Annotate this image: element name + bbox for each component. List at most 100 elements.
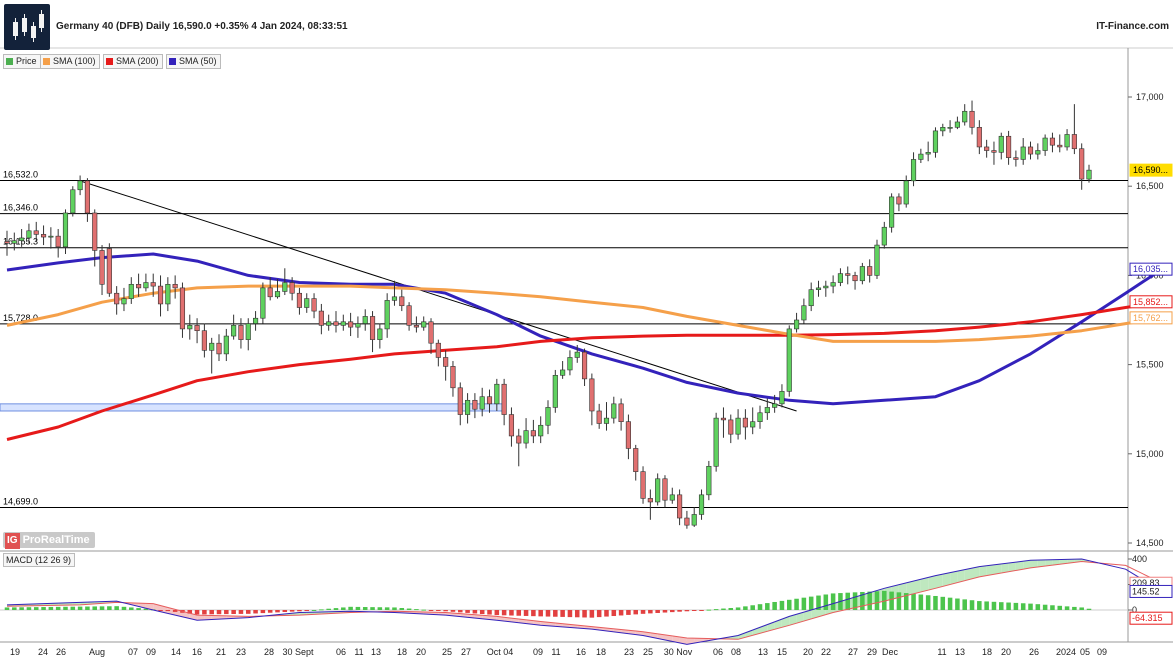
legend-item-sma-100[interactable]: SMA (100) — [40, 54, 100, 69]
time-tick-label: 09 — [533, 647, 543, 657]
candle — [253, 311, 259, 331]
time-tick-label: 13 — [955, 647, 965, 657]
candle — [896, 193, 902, 212]
candle — [1086, 164, 1092, 183]
last-value-label: 16,035... — [1133, 264, 1168, 274]
candle — [698, 489, 705, 520]
time-tick-label: 19 — [10, 647, 20, 657]
time-tick-label: 18 — [397, 647, 407, 657]
macd-fill-segment — [928, 575, 936, 591]
candle — [808, 282, 814, 312]
candle — [55, 229, 61, 258]
candle-body — [837, 273, 843, 283]
candle — [742, 409, 748, 440]
candle — [611, 396, 617, 424]
support-band — [0, 403, 504, 412]
candle — [479, 387, 485, 417]
candle — [260, 282, 266, 324]
candle-body — [172, 284, 178, 289]
macd-hist-bar — [436, 610, 441, 611]
candle — [713, 412, 719, 472]
last-value-label: 15,762... — [1133, 313, 1168, 323]
macd-hist-bar — [231, 610, 236, 615]
candle-body — [201, 330, 207, 351]
candle-body — [62, 212, 69, 248]
macd-hist-bar — [823, 594, 829, 610]
time-tick-label: 20 — [1001, 647, 1011, 657]
candle — [128, 277, 134, 304]
candle-body — [962, 110, 968, 123]
price-tick-label: 17,000 — [1136, 92, 1164, 102]
macd-hist-bar — [465, 610, 470, 613]
candle — [121, 287, 127, 312]
macd-hist-bar — [618, 610, 624, 616]
candle — [304, 293, 310, 313]
candle-body — [55, 235, 61, 248]
candle — [867, 259, 873, 283]
price-chart[interactable]: 16,532.016,346.016,155.315,728.014,699.0… — [0, 0, 1173, 660]
time-tick-label: 18 — [982, 647, 992, 657]
candle-body — [486, 396, 493, 405]
candle-body — [443, 357, 449, 367]
candle-body — [508, 414, 515, 437]
candle-body — [1064, 134, 1070, 148]
candle-body — [33, 230, 39, 235]
macd-hist-bar — [107, 606, 112, 610]
time-tick-label: 06 — [336, 647, 346, 657]
time-tick-label: 23 — [624, 647, 634, 657]
macd-hist-bar — [202, 610, 207, 615]
candle — [413, 316, 419, 333]
macd-hist-bar — [1035, 604, 1041, 610]
candle-body — [333, 321, 339, 326]
legend-item-price[interactable]: Price — [3, 54, 41, 69]
macd-hist-bar — [1028, 603, 1033, 610]
candle-body — [530, 430, 536, 437]
macd-fill-segment — [913, 579, 921, 594]
candle-body — [647, 498, 653, 503]
macd-hist-bar — [757, 604, 763, 610]
candle-body — [815, 287, 822, 290]
candle — [238, 318, 244, 349]
macd-hist-bar — [1050, 605, 1055, 610]
time-tick-label: 20 — [803, 647, 813, 657]
candle-body — [1071, 134, 1077, 150]
candle — [618, 398, 624, 431]
candle — [377, 323, 383, 349]
candle — [443, 350, 449, 381]
candle — [1064, 129, 1070, 151]
macd-hist-bar — [933, 595, 938, 610]
candle-body — [662, 478, 668, 501]
candle-body — [932, 130, 939, 153]
macd-hist-bar — [655, 610, 660, 613]
macd-hist-bar — [794, 598, 799, 610]
candle-body — [84, 180, 90, 214]
candle — [954, 116, 960, 130]
time-tick-label: 24 — [38, 647, 48, 657]
time-tick-label: 25 — [442, 647, 452, 657]
macd-hist-bar — [297, 610, 302, 612]
candle-body — [479, 396, 485, 410]
macd-panel-label[interactable]: MACD (12 26 9) — [3, 553, 76, 567]
macd-hist-bar — [801, 597, 807, 610]
candle-body — [523, 430, 529, 444]
time-tick-label: 25 — [643, 647, 653, 657]
macd-tick-label: 400 — [1132, 554, 1147, 564]
candle-body — [998, 135, 1004, 153]
candle — [677, 489, 683, 526]
candle-body — [296, 292, 302, 308]
legend-item-sma-200[interactable]: SMA (200) — [103, 54, 163, 69]
candle-body — [750, 421, 756, 428]
macd-hist-bar — [743, 606, 748, 610]
macd-hist-bar — [245, 610, 251, 614]
macd-hist-bar — [289, 610, 295, 612]
time-tick-label: 16 — [576, 647, 586, 657]
price-swatch-icon — [6, 58, 13, 65]
macd-hist-bar — [1072, 606, 1077, 610]
candle-body — [106, 248, 112, 294]
macd-hist-bar — [523, 610, 529, 616]
legend-item-sma-50[interactable]: SMA (50) — [166, 54, 221, 69]
candle-body — [377, 328, 383, 340]
candle — [750, 407, 756, 435]
macd-hist-bar — [12, 607, 17, 610]
macd-hist-bar — [1064, 606, 1070, 610]
